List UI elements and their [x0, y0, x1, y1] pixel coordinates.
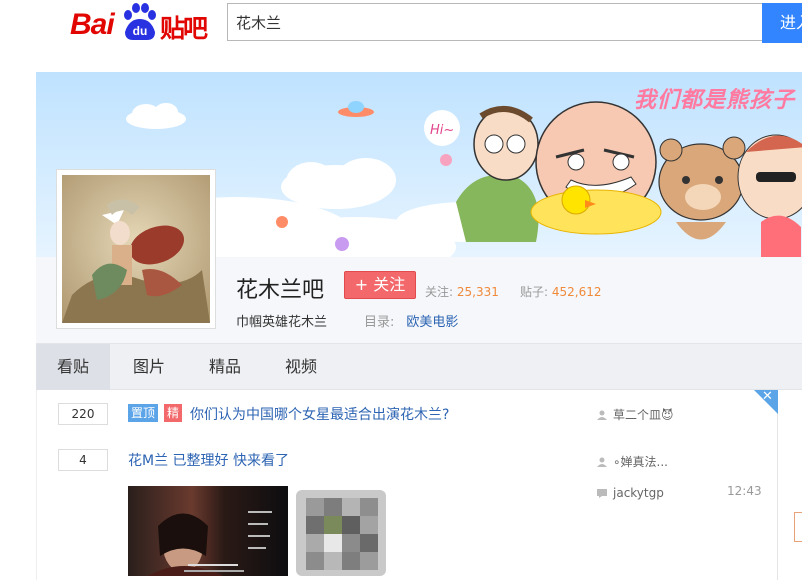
movie-still-image: [148, 511, 272, 576]
mulan-painting-image: [62, 175, 210, 323]
enter-forum-button[interactable]: 进入: [762, 3, 802, 43]
user-icon: [597, 410, 607, 420]
tab-threads[interactable]: 看贴: [36, 344, 110, 390]
directory-label: 目录:: [364, 315, 395, 330]
directory-link[interactable]: 欧美电影: [406, 315, 458, 330]
essence-badge: 精: [164, 404, 183, 422]
logo-du-text: du: [133, 24, 148, 38]
reply-count: 4: [58, 449, 108, 471]
forum-name: 花木兰吧: [236, 278, 325, 303]
posts-label: 贴子:: [520, 285, 549, 299]
search-input[interactable]: 花木兰: [227, 3, 763, 41]
top-badge: 置顶: [128, 404, 159, 422]
hi-bubble-text: Hi~: [430, 123, 454, 138]
sidebar-edge: [794, 512, 802, 542]
banner-slogan: 我们都是熊孩子: [634, 88, 796, 113]
forum-directory: 目录: 欧美电影: [364, 311, 458, 330]
tab-images[interactable]: 图片: [122, 344, 176, 390]
thread-image-thumbnail[interactable]: [128, 486, 288, 576]
follow-button[interactable]: + 关注: [344, 271, 416, 299]
tieba-logo[interactable]: Bai du 贴吧: [70, 0, 210, 44]
author-name: ∘婵真法...: [613, 455, 668, 469]
last-reply-name: jackytgp: [613, 486, 664, 500]
thread-author[interactable]: 草二个皿😈: [597, 406, 674, 423]
last-reply-time: 12:43: [727, 484, 762, 498]
thread-title[interactable]: 花M兰 已整理好 快来看了: [128, 450, 289, 470]
posts-stat: 贴子: 452,612: [520, 283, 602, 300]
followers-count: 25,331: [456, 285, 499, 299]
logo-bai-text: Bai: [70, 8, 115, 41]
posts-count: 452,612: [551, 285, 602, 299]
forum-avatar[interactable]: [56, 169, 216, 329]
forum-tabs: 看贴 图片 精品 视频: [36, 343, 802, 390]
author-name: 草二个皿😈: [613, 408, 674, 422]
thread-image-thumbnail-blurred[interactable]: [296, 490, 386, 576]
followers-label: 关注:: [425, 285, 454, 299]
thread-title[interactable]: 你们认为中国哪个女星最适合出演花木兰?: [190, 404, 449, 424]
logo-tieba-text: 贴吧: [160, 14, 208, 43]
thread-author[interactable]: ∘婵真法...: [597, 453, 668, 470]
tab-videos[interactable]: 视频: [274, 344, 328, 390]
tab-essence[interactable]: 精品: [198, 344, 252, 390]
close-icon[interactable]: ✕: [762, 390, 773, 404]
pixelated-image: [296, 490, 386, 576]
followers-stat: 关注: 25,331: [425, 283, 499, 300]
last-reply-user[interactable]: jackytgp: [597, 486, 664, 500]
user-icon: [597, 457, 607, 467]
comment-icon: [597, 489, 607, 498]
reply-count: 220: [58, 403, 108, 425]
paw-icon: du: [124, 3, 156, 40]
forum-slogan: 巾帼英雄花木兰: [236, 315, 328, 330]
